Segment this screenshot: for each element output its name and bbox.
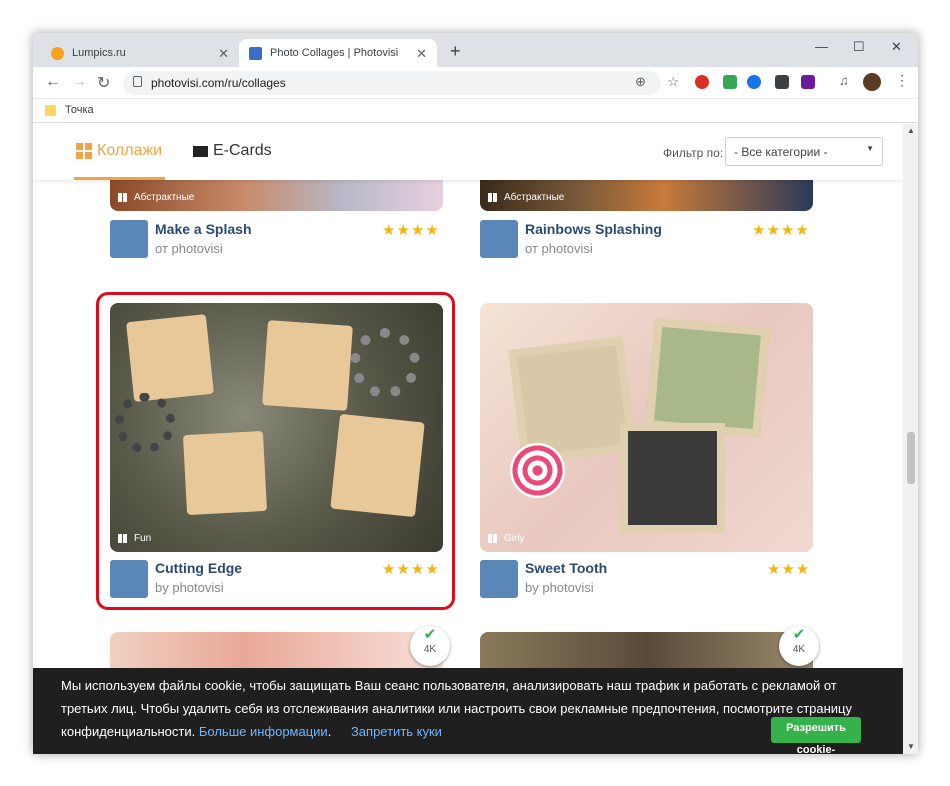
grid-icon bbox=[488, 193, 497, 202]
url-text: photovisi.com/ru/collages bbox=[151, 76, 286, 90]
category-tag: Абстрактные bbox=[118, 192, 194, 203]
web-page: Коллажи E-Cards Фильтр по: - Все категор… bbox=[33, 124, 903, 754]
extension-box-icon[interactable] bbox=[775, 75, 789, 89]
tab-title: Lumpics.ru bbox=[72, 47, 126, 59]
card-author[interactable]: от photovisi bbox=[155, 241, 223, 256]
bookmark-tochka[interactable]: Точка bbox=[65, 104, 94, 116]
active-tab-underline bbox=[74, 177, 165, 180]
scrollbar-thumb[interactable] bbox=[907, 432, 915, 484]
scroll-up-icon[interactable]: ▲ bbox=[907, 126, 915, 135]
grid-icon bbox=[118, 193, 127, 202]
highlight-frame bbox=[96, 292, 455, 610]
more-info-link[interactable]: Больше информации bbox=[199, 724, 328, 739]
check-icon: ✔ bbox=[792, 626, 806, 643]
author-avatar[interactable] bbox=[480, 560, 518, 598]
add-icon[interactable]: ⊕ bbox=[635, 74, 646, 90]
author-avatar[interactable] bbox=[480, 220, 518, 258]
maximize-button[interactable]: ☐ bbox=[853, 39, 865, 55]
4k-badge: ✔ 4K bbox=[779, 626, 819, 666]
envelope-icon bbox=[193, 145, 208, 157]
scroll-down-icon[interactable]: ▼ bbox=[907, 742, 915, 751]
allow-cookies-button[interactable]: Разрешить cookie- bbox=[771, 717, 861, 754]
filter-selected-value: - Все категории - bbox=[734, 145, 828, 159]
address-bar[interactable]: photovisi.com/ru/collages ⊕ ☆ bbox=[123, 71, 679, 95]
lock-icon bbox=[133, 76, 142, 87]
browser-window: Lumpics.ru ✕ Photo Collages | Photovisi … bbox=[33, 33, 918, 754]
site-header: Коллажи E-Cards Фильтр по: - Все категор… bbox=[33, 124, 903, 180]
4k-badge: ✔ 4K bbox=[410, 626, 450, 666]
nav-ecards[interactable]: E-Cards bbox=[193, 142, 272, 160]
category-tag: Абстрактные bbox=[488, 192, 564, 203]
card-author[interactable]: от photovisi bbox=[525, 241, 593, 256]
rating-stars: ★★★★ bbox=[382, 222, 440, 239]
media-control-icon[interactable]: ♫ bbox=[839, 73, 853, 88]
forward-arrow-icon[interactable]: → bbox=[71, 73, 87, 91]
category-filter-select[interactable]: - Все категории - ▼ bbox=[725, 137, 883, 166]
nav-collages-label: Коллажи bbox=[97, 142, 163, 159]
extension-red-icon[interactable] bbox=[695, 75, 709, 89]
page-scrollbar[interactable]: ▲ ▼ bbox=[903, 124, 918, 754]
collage-thumbnail[interactable]: Girly bbox=[480, 303, 813, 552]
nav-ecards-label: E-Cards bbox=[213, 142, 272, 159]
extension-globe-icon[interactable] bbox=[747, 75, 761, 89]
toolbar: ← → ↻ photovisi.com/ru/collages ⊕ ☆ ♫ ⋮ bbox=[33, 67, 918, 99]
close-tab-icon[interactable]: ✕ bbox=[416, 46, 427, 62]
nav-collages[interactable]: Коллажи bbox=[76, 142, 162, 160]
lumpics-favicon-icon bbox=[51, 46, 64, 60]
card-title[interactable]: Rainbows Splashing bbox=[525, 221, 662, 237]
star-bookmark-icon[interactable]: ☆ bbox=[667, 74, 679, 90]
tab-photovisi[interactable]: Photo Collages | Photovisi ✕ bbox=[239, 39, 437, 67]
rating-stars: ★★★★ bbox=[752, 222, 810, 239]
photovisi-favicon-icon bbox=[249, 46, 262, 60]
deny-cookies-link[interactable]: Запретить куки bbox=[351, 724, 442, 739]
back-arrow-icon[interactable]: ← bbox=[45, 73, 61, 91]
close-window-button[interactable]: ✕ bbox=[891, 39, 902, 55]
close-tab-icon[interactable]: ✕ bbox=[218, 46, 229, 62]
card-title[interactable]: Sweet Tooth bbox=[525, 560, 607, 576]
extension-check-icon[interactable] bbox=[723, 75, 737, 89]
card-title[interactable]: Make a Splash bbox=[155, 221, 252, 237]
tab-strip: Lumpics.ru ✕ Photo Collages | Photovisi … bbox=[33, 33, 918, 67]
grid-icon bbox=[76, 143, 92, 159]
minimize-button[interactable]: — bbox=[815, 39, 828, 54]
card-author[interactable]: by photovisi bbox=[525, 580, 594, 595]
grid-icon bbox=[488, 534, 497, 543]
profile-avatar-icon[interactable] bbox=[863, 73, 881, 91]
tab-lumpics[interactable]: Lumpics.ru ✕ bbox=[41, 39, 239, 67]
new-tab-button[interactable]: + bbox=[450, 41, 461, 62]
check-icon: ✔ bbox=[423, 626, 437, 643]
cookie-text: Мы используем файлы cookie, чтобы защища… bbox=[61, 678, 852, 739]
menu-kebab-icon[interactable]: ⋮ bbox=[895, 72, 909, 88]
folder-icon bbox=[45, 105, 56, 116]
rating-stars: ★★★ bbox=[767, 561, 811, 578]
bookmarks-bar: Точка bbox=[33, 99, 918, 123]
reload-icon[interactable]: ↻ bbox=[97, 73, 110, 93]
extension-purple-icon[interactable] bbox=[801, 75, 815, 89]
cookie-banner: Мы используем файлы cookie, чтобы защища… bbox=[33, 668, 903, 754]
category-tag: Girly bbox=[488, 533, 525, 544]
dropdown-caret-icon: ▼ bbox=[866, 144, 874, 153]
filter-label: Фильтр по: bbox=[663, 146, 724, 160]
author-avatar[interactable] bbox=[110, 220, 148, 258]
tab-title: Photo Collages | Photovisi bbox=[270, 47, 399, 59]
